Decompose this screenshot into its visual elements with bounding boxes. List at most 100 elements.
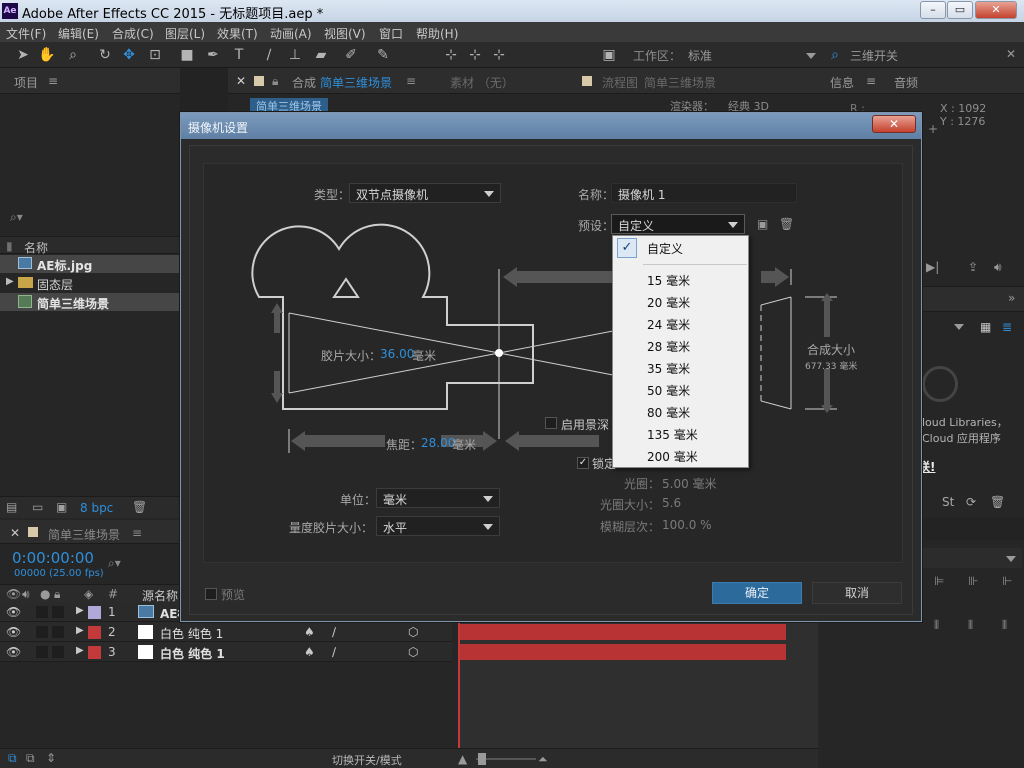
- new-folder-icon[interactable]: ▭: [32, 500, 43, 514]
- comp-flowchart-icon[interactable]: ⧉: [8, 751, 17, 766]
- rotate-tool-icon[interactable]: ↻: [96, 46, 114, 64]
- graph-editor-icon[interactable]: ⇕: [46, 751, 56, 765]
- last-frame-icon[interactable]: ▶|: [926, 260, 939, 274]
- tab-audio[interactable]: 音频: [894, 74, 918, 91]
- focal-length-value[interactable]: 28.00: [421, 436, 455, 450]
- zoom-tool-icon[interactable]: ⌕: [64, 46, 82, 64]
- tab-footage[interactable]: 素材 （无）: [450, 74, 514, 91]
- selection-tool-icon[interactable]: ➤: [14, 46, 32, 64]
- project-item[interactable]: ▶ 固态层: [0, 274, 180, 292]
- expand-arrow-icon[interactable]: ▶: [76, 625, 84, 636]
- panel-menu-icon[interactable]: ≡: [48, 74, 58, 88]
- mini-flowchart-icon[interactable]: ⧉: [26, 751, 35, 766]
- menu-file[interactable]: 文件(F): [6, 25, 46, 42]
- audio-column-icon[interactable]: 🔊︎: [22, 587, 30, 602]
- library-dropdown-icon[interactable]: [954, 324, 964, 330]
- lock-toggle[interactable]: [52, 646, 64, 658]
- 3d-layer-icon[interactable]: ⬡: [408, 625, 418, 639]
- hand-tool-icon[interactable]: ✋: [38, 46, 56, 64]
- lock-toggle[interactable]: [52, 606, 64, 618]
- solo-toggle[interactable]: [36, 646, 48, 658]
- tab-composition[interactable]: 简单三维场景: [320, 74, 392, 91]
- preset-option[interactable]: 200 毫米: [613, 444, 748, 466]
- close-tab-icon[interactable]: ✕: [236, 74, 246, 88]
- tab-flowchart[interactable]: 简单三维场景: [644, 74, 716, 91]
- label-color[interactable]: [88, 626, 101, 639]
- camera-name-field[interactable]: 摄像机 1: [611, 183, 797, 203]
- cancel-button[interactable]: 取消: [812, 582, 902, 604]
- expand-panels-icon[interactable]: »: [1008, 291, 1015, 305]
- 3d-layer-icon[interactable]: ⬡: [408, 645, 418, 659]
- preset-option[interactable]: 50 毫米: [613, 378, 748, 400]
- layer-name[interactable]: 白色 纯色 1: [160, 645, 225, 662]
- orbit-camera-tool-icon[interactable]: ✥: [120, 46, 138, 64]
- grid-view-icon[interactable]: ▦: [980, 320, 991, 334]
- lock-toggle[interactable]: [52, 626, 64, 638]
- preset-option[interactable]: 20 毫米: [613, 290, 748, 312]
- visibility-icon[interactable]: 👁︎: [6, 587, 21, 601]
- interpret-footage-icon[interactable]: ▤: [6, 500, 17, 514]
- align-hcenter-icon[interactable]: ⊪: [968, 574, 978, 588]
- layer-duration-bar[interactable]: [460, 644, 786, 660]
- units-dropdown[interactable]: 毫米: [376, 488, 500, 508]
- lock-column-icon[interactable]: 🔒︎: [54, 587, 60, 602]
- name-column-header[interactable]: 名称: [24, 239, 48, 256]
- visibility-icon[interactable]: 👁︎: [6, 605, 21, 619]
- world-axis-icon[interactable]: ⊹: [466, 46, 484, 64]
- film-size-value[interactable]: 36.00: [380, 347, 414, 361]
- layer-row[interactable]: 👁︎ ▶ 2 白色 纯色 1 ♠ ∕ ⬡: [0, 622, 452, 642]
- pen-tool-icon[interactable]: ✒: [204, 46, 222, 64]
- clone-stamp-tool-icon[interactable]: ⊥: [286, 46, 304, 64]
- stock-icon[interactable]: St: [942, 495, 954, 509]
- preset-option[interactable]: 35 毫米: [613, 356, 748, 378]
- eraser-tool-icon[interactable]: ▰: [312, 46, 330, 64]
- menu-effect[interactable]: 效果(T): [217, 25, 258, 42]
- bit-depth-label[interactable]: 8 bpc: [80, 501, 113, 515]
- preset-option[interactable]: 28 毫米: [613, 334, 748, 356]
- current-timecode[interactable]: 0:00:00:00: [12, 549, 94, 567]
- solo-column-icon[interactable]: ●: [40, 587, 50, 601]
- label-color[interactable]: [88, 606, 101, 619]
- ok-button[interactable]: 确定: [712, 582, 802, 604]
- solo-toggle[interactable]: [36, 626, 48, 638]
- menu-animation[interactable]: 动画(A): [270, 25, 312, 42]
- menu-layer[interactable]: 图层(L): [165, 25, 205, 42]
- menu-composition[interactable]: 合成(C): [112, 25, 154, 42]
- type-tool-icon[interactable]: T: [230, 46, 248, 64]
- quality-switch-icon[interactable]: ∕: [332, 645, 336, 659]
- new-composition-icon[interactable]: ▣: [56, 500, 67, 514]
- local-axis-icon[interactable]: ⊹: [442, 46, 460, 64]
- trash-icon[interactable]: 🗑: [132, 500, 147, 514]
- menu-help[interactable]: 帮助(H): [416, 25, 458, 42]
- distribute-right-icon[interactable]: ⫴: [1002, 618, 1007, 633]
- dialog-close-button[interactable]: ✕: [872, 115, 916, 133]
- menu-edit[interactable]: 编辑(E): [58, 25, 99, 42]
- solo-toggle[interactable]: [36, 606, 48, 618]
- toggle-switches-modes[interactable]: 切换开关/模式: [332, 752, 402, 768]
- close-window-button[interactable]: ✕: [975, 1, 1017, 19]
- pan-behind-tool-icon[interactable]: ⊡: [146, 46, 164, 64]
- preset-option[interactable]: 24 毫米: [613, 312, 748, 334]
- timeline-track-area[interactable]: [458, 602, 818, 768]
- expand-arrow-icon[interactable]: ▶: [76, 605, 84, 616]
- align-left-icon[interactable]: ⊫: [934, 574, 944, 588]
- project-item[interactable]: 简单三维场景: [0, 293, 180, 311]
- rectangle-tool-icon[interactable]: ■: [178, 46, 196, 64]
- measure-film-dropdown[interactable]: 水平: [376, 516, 500, 536]
- loop-icon[interactable]: ⇪: [968, 260, 978, 274]
- roto-brush-tool-icon[interactable]: ✐: [342, 46, 360, 64]
- shy-switch-icon[interactable]: ♠: [304, 625, 315, 639]
- timeline-tab[interactable]: 简单三维场景: [48, 526, 120, 543]
- panel-menu-icon[interactable]: ≡: [866, 74, 876, 88]
- expand-arrow-icon[interactable]: ▶: [6, 276, 14, 287]
- quality-switch-icon[interactable]: ∕: [332, 625, 336, 639]
- align-to-dropdown[interactable]: [922, 548, 1022, 568]
- trash-icon[interactable]: 🗑: [990, 495, 1005, 509]
- label-color[interactable]: [88, 646, 101, 659]
- project-search-icon[interactable]: ⌕▾: [10, 210, 23, 225]
- zoom-in-icon[interactable]: ⏶: [538, 752, 548, 767]
- lock-checkbox[interactable]: ✓: [577, 457, 589, 469]
- visibility-icon[interactable]: 👁︎: [6, 645, 21, 659]
- preset-option[interactable]: 80 毫米: [613, 400, 748, 422]
- lock-icon[interactable]: 🔒︎: [272, 74, 278, 89]
